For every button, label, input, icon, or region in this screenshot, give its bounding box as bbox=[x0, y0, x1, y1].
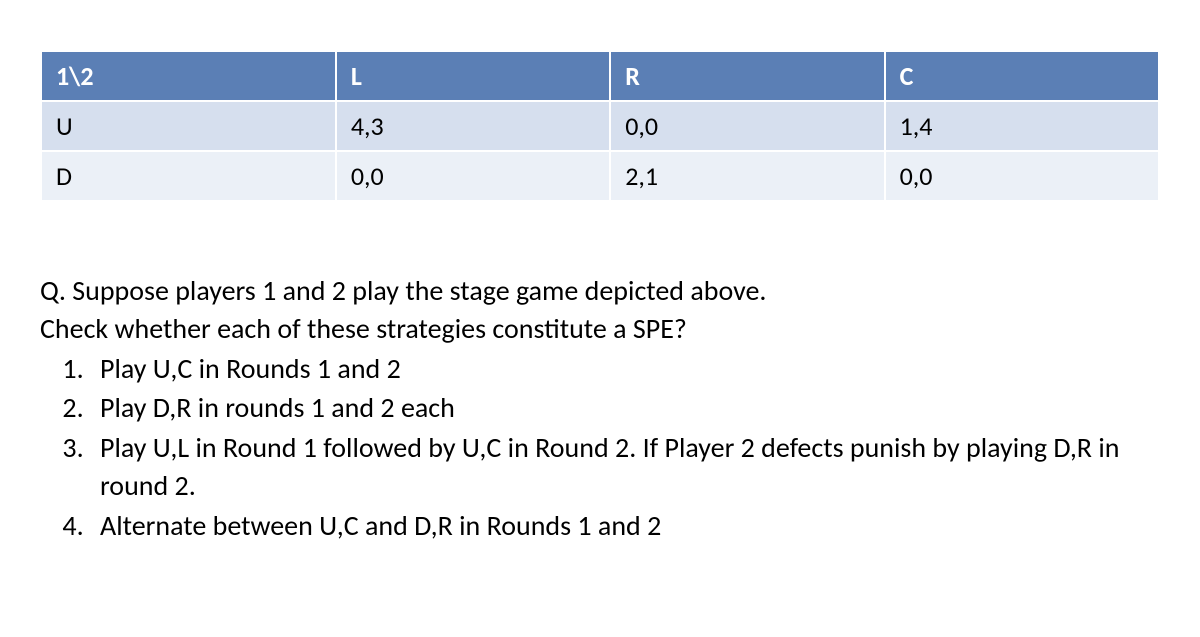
question-block: Q. Suppose players 1 and 2 play the stag… bbox=[40, 272, 1160, 545]
table-col-header: C bbox=[885, 51, 1159, 101]
table-row-label: D bbox=[41, 151, 336, 201]
question-item: Alternate between U,C and D,R in Rounds … bbox=[90, 507, 1160, 545]
payoff-matrix-table: 1\2 L R C U 4,3 0,0 1,4 D 0,0 2,1 0,0 bbox=[40, 50, 1160, 202]
question-item: Play D,R in rounds 1 and 2 each bbox=[90, 389, 1160, 427]
table-cell: 0,0 bbox=[336, 151, 610, 201]
question-item: Play U,L in Round 1 followed by U,C in R… bbox=[90, 429, 1160, 505]
question-item: Play U,C in Rounds 1 and 2 bbox=[90, 350, 1160, 388]
table-row-label: U bbox=[41, 101, 336, 151]
table-cell: 1,4 bbox=[885, 101, 1159, 151]
table-cell: 2,1 bbox=[610, 151, 884, 201]
table-cell: 0,0 bbox=[610, 101, 884, 151]
table-cell: 4,3 bbox=[336, 101, 610, 151]
table-cell: 0,0 bbox=[885, 151, 1159, 201]
question-list: Play U,C in Rounds 1 and 2 Play D,R in r… bbox=[50, 350, 1160, 545]
table-row: D 0,0 2,1 0,0 bbox=[41, 151, 1159, 201]
table-corner-header: 1\2 bbox=[41, 51, 336, 101]
table-col-header: L bbox=[336, 51, 610, 101]
question-intro-line: Q. Suppose players 1 and 2 play the stag… bbox=[40, 272, 1160, 310]
question-intro-line: Check whether each of these strategies c… bbox=[40, 310, 1160, 348]
table-row: U 4,3 0,0 1,4 bbox=[41, 101, 1159, 151]
table-col-header: R bbox=[610, 51, 884, 101]
